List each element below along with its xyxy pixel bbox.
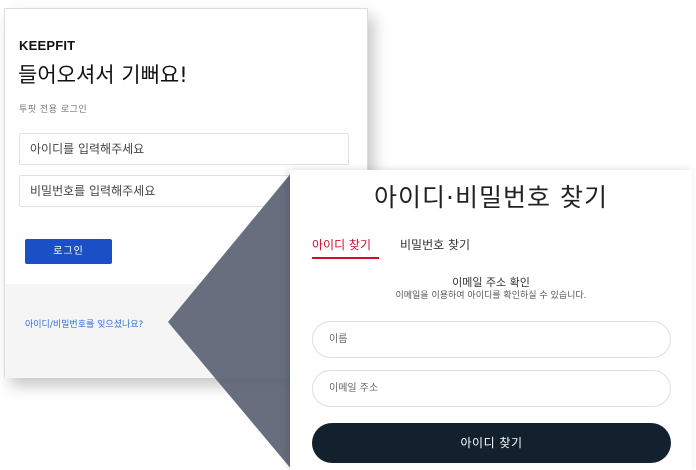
name-input[interactable]: 이름 (312, 321, 671, 358)
find-id-button[interactable]: 아이디 찾기 (312, 423, 671, 463)
find-account-panel: 아이디·비밀번호 찾기 아이디 찾기 비밀번호 찾기 이메일 주소 확인 이메일… (290, 170, 692, 470)
tab-find-id[interactable]: 아이디 찾기 (312, 236, 371, 253)
active-tab-indicator (312, 257, 379, 259)
find-account-title: 아이디·비밀번호 찾기 (374, 183, 608, 212)
email-input[interactable]: 이메일 주소 (312, 370, 671, 407)
tab-find-password[interactable]: 비밀번호 찾기 (400, 236, 470, 253)
email-verify-description: 이메일을 이용하여 아이디를 확인하실 수 있습니다. (395, 291, 587, 301)
